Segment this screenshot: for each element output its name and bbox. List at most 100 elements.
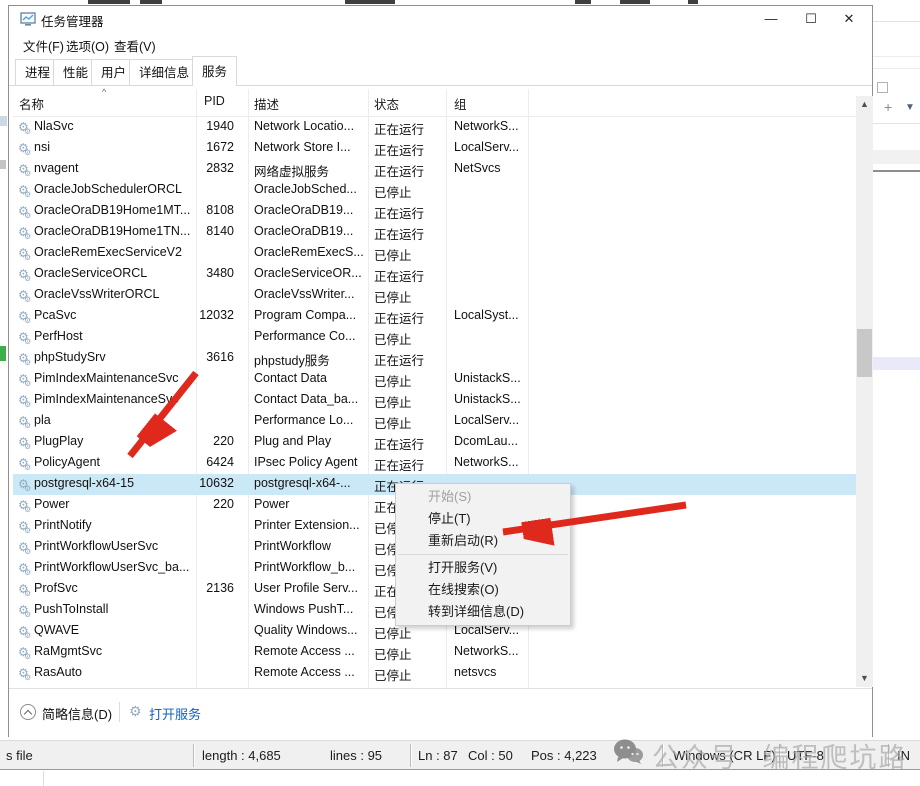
context-menu-item[interactable]: 在线搜索(O) bbox=[396, 579, 570, 601]
menu-options[interactable]: 选项(O) bbox=[66, 36, 109, 55]
service-group: NetSvcs bbox=[454, 161, 501, 175]
service-status: 正在运行 bbox=[374, 312, 425, 326]
service-name: nvagent bbox=[34, 161, 79, 175]
service-name: OracleRemExecServiceV2 bbox=[34, 245, 182, 259]
collapse-details-label[interactable]: 简略信息(D) bbox=[42, 704, 112, 723]
background-artifact bbox=[0, 346, 6, 361]
service-row[interactable]: ⚙ ⚙ phpStudySrv 3616 phpstudy服务 正在运行 bbox=[13, 348, 856, 369]
header-name[interactable]: 名称 bbox=[19, 94, 44, 113]
service-row[interactable]: ⚙ ⚙ RasAuto Remote Access ... 已停止 netsvcs bbox=[13, 663, 856, 684]
context-menu-item[interactable]: 开始(S) bbox=[396, 486, 570, 508]
service-gear-icon: ⚙ ⚙ bbox=[18, 666, 32, 682]
service-description: User Profile Serv... bbox=[254, 581, 358, 595]
minimize-button[interactable]: — bbox=[754, 8, 788, 30]
tab-details[interactable]: 详细信息 bbox=[129, 59, 200, 85]
service-row[interactable]: ⚙ ⚙ PolicyAgent 6424 IPsec Policy Agent 正… bbox=[13, 453, 856, 474]
service-row[interactable]: ⚙ ⚙ nsi 1672 Network Store I... 正在运行 Loca… bbox=[13, 138, 856, 159]
statusbar-doctype: s file bbox=[6, 748, 33, 763]
service-status: 已停止 bbox=[374, 249, 412, 263]
service-gear-icon: ⚙ ⚙ bbox=[18, 330, 32, 346]
background-artifact bbox=[88, 0, 130, 4]
titlebar[interactable]: 任务管理器 — ☐ ✕ bbox=[9, 6, 872, 32]
service-gear-icon: ⚙ ⚙ bbox=[18, 372, 32, 388]
context-menu-item[interactable]: 重新启动(R) bbox=[396, 530, 570, 552]
header-pid[interactable]: PID bbox=[204, 94, 225, 108]
service-pid: 6424 bbox=[206, 455, 234, 469]
background-window-line bbox=[873, 123, 920, 124]
menu-view[interactable]: 查看(V) bbox=[114, 36, 156, 55]
context-menu-item[interactable]: 转到详细信息(D) bbox=[396, 601, 570, 623]
service-row[interactable]: ⚙ ⚙ PimIndexMaintenanceSvc Contact Data 已… bbox=[13, 369, 856, 390]
maximize-button[interactable]: ☐ bbox=[794, 8, 828, 30]
service-name: postgresql-x64-15 bbox=[34, 476, 135, 490]
background-artifact bbox=[575, 0, 591, 4]
service-name: PolicyAgent bbox=[34, 455, 101, 469]
service-gear-icon: ⚙ ⚙ bbox=[18, 498, 32, 514]
service-status: 正在运行 bbox=[374, 165, 425, 179]
service-name: OracleVssWriterORCL bbox=[34, 287, 160, 301]
collapse-details-button[interactable] bbox=[20, 704, 36, 720]
service-row[interactable]: ⚙ ⚙ RaMgmtSvc Remote Access ... 已停止 Netwo… bbox=[13, 642, 856, 663]
service-group: DcomLau... bbox=[454, 434, 518, 448]
header-status[interactable]: 状态 bbox=[374, 94, 399, 113]
service-row[interactable]: ⚙ ⚙ PimIndexMaintenanceSvc Contact Data_b… bbox=[13, 390, 856, 411]
service-status: 已停止 bbox=[374, 648, 412, 662]
service-row[interactable]: ⚙ ⚙ OracleOraDB19Home1MT... 8108 OracleOr… bbox=[13, 201, 856, 222]
scrollbar[interactable]: ▲ ▼ bbox=[856, 96, 873, 687]
service-pid: 12032 bbox=[199, 308, 234, 322]
service-pid: 220 bbox=[213, 497, 234, 511]
service-group: LocalServ... bbox=[454, 413, 520, 427]
service-row[interactable]: ⚙ ⚙ OracleVssWriterORCL OracleVssWriter..… bbox=[13, 285, 856, 306]
dropdown-caret-icon: ▼ bbox=[905, 102, 915, 113]
header-group[interactable]: 组 bbox=[454, 94, 467, 113]
service-gear-icon: ⚙ ⚙ bbox=[18, 246, 32, 262]
background-artifact bbox=[688, 0, 698, 4]
service-pid: 1940 bbox=[206, 119, 234, 133]
service-row[interactable]: ⚙ ⚙ nvagent 2832 网络虚拟服务 正在运行 NetSvcs bbox=[13, 159, 856, 180]
service-group: UnistackS... bbox=[454, 392, 521, 406]
sort-ascending-icon: ^ bbox=[102, 87, 107, 97]
service-row[interactable]: ⚙ ⚙ PerfHost Performance Co... 已停止 bbox=[13, 327, 856, 348]
service-row[interactable]: ⚙ ⚙ NlaSvc 1940 Network Locatio... 正在运行 N… bbox=[13, 117, 856, 138]
service-group: LocalServ... bbox=[454, 140, 520, 154]
context-menu-separator bbox=[398, 554, 568, 555]
statusbar-lines: lines : 95 bbox=[330, 748, 383, 763]
statusbar-divider bbox=[410, 744, 411, 767]
context-menu-item[interactable]: 停止(T) bbox=[396, 508, 570, 530]
service-description: Power bbox=[254, 497, 290, 511]
scrollbar-thumb[interactable] bbox=[857, 329, 872, 377]
service-row[interactable]: ⚙ ⚙ OracleServiceORCL 3480 OracleServiceO… bbox=[13, 264, 856, 285]
menu-file[interactable]: 文件(F) bbox=[23, 36, 64, 55]
service-row[interactable]: ⚙ ⚙ OracleRemExecServiceV2 OracleRemExecS… bbox=[13, 243, 856, 264]
task-manager-icon bbox=[20, 12, 36, 32]
window-footer: 简略信息(D) ⚙ 打开服务 bbox=[9, 688, 872, 737]
service-row[interactable]: ⚙ ⚙ PcaSvc 12032 Program Compa... 正在运行 Lo… bbox=[13, 306, 856, 327]
open-services-link[interactable]: 打开服务 bbox=[149, 704, 201, 723]
service-status: 已停止 bbox=[374, 375, 412, 389]
close-button[interactable]: ✕ bbox=[832, 8, 866, 30]
tab-services[interactable]: 服务 bbox=[192, 56, 238, 86]
service-row[interactable]: ⚙ ⚙ OracleJobSchedulerORCL OracleJobSched… bbox=[13, 180, 856, 201]
scroll-up-icon[interactable]: ▲ bbox=[856, 96, 873, 113]
service-gear-icon: ⚙ ⚙ bbox=[18, 645, 32, 661]
service-name: Power bbox=[34, 497, 70, 511]
statusbar-divider bbox=[888, 744, 889, 767]
menubar: 文件(F) 选项(O) 查看(V) bbox=[9, 32, 872, 56]
service-name: PerfHost bbox=[34, 329, 83, 343]
service-pid: 2136 bbox=[206, 581, 234, 595]
service-name: OracleJobSchedulerORCL bbox=[34, 182, 182, 196]
service-row[interactable]: ⚙ ⚙ OracleOraDB19Home1TN... 8140 OracleOr… bbox=[13, 222, 856, 243]
service-row[interactable]: ⚙ ⚙ pla Performance Lo... 已停止 LocalServ..… bbox=[13, 411, 856, 432]
service-row[interactable]: ⚙ ⚙ PlugPlay 220 Plug and Play 正在运行 DcomL… bbox=[13, 432, 856, 453]
service-name: NlaSvc bbox=[34, 119, 74, 133]
service-status: 正在运行 bbox=[374, 228, 425, 242]
service-name: OracleOraDB19Home1TN... bbox=[34, 224, 191, 238]
header-description[interactable]: 描述 bbox=[254, 94, 279, 113]
service-description: Performance Co... bbox=[254, 329, 356, 343]
service-name: PrintWorkflowUserSvc bbox=[34, 539, 159, 553]
scroll-down-icon[interactable]: ▼ bbox=[856, 670, 873, 687]
service-status: 已停止 bbox=[374, 396, 412, 410]
service-description: phpstudy服务 bbox=[254, 354, 330, 368]
context-menu-item[interactable]: 打开服务(V) bbox=[396, 557, 570, 579]
service-status: 已停止 bbox=[374, 291, 412, 305]
